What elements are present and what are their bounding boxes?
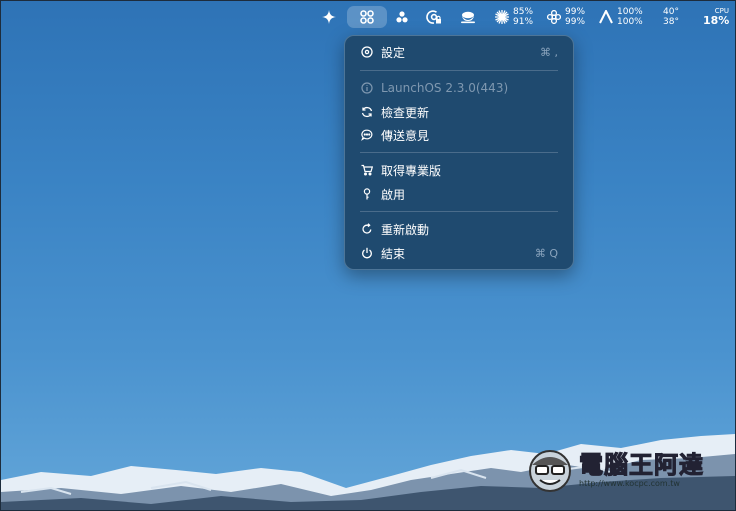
vpn-lock-icon[interactable]: [423, 1, 445, 33]
info-icon: [360, 81, 374, 95]
power-icon: [360, 246, 374, 260]
menu-item-restart[interactable]: 重新啟動: [360, 219, 558, 239]
gear-icon: [360, 45, 374, 59]
stat-bottom: 99%: [565, 17, 586, 27]
restart-icon: [360, 222, 374, 236]
menu-item-label: LaunchOS 2.3.0(443): [381, 81, 509, 95]
battery-stat[interactable]: 100% 100%: [599, 7, 643, 27]
menu-separator: [360, 152, 558, 153]
coffee-cup-icon[interactable]: [457, 1, 479, 33]
temperature-stat[interactable]: 40° 38°: [663, 7, 679, 27]
menu-item-label: 檢查更新: [381, 105, 430, 120]
menu-item-label: 結束: [381, 246, 406, 261]
sun-icon: [495, 10, 509, 24]
chat-bubble-icon: [360, 128, 374, 142]
stat-bottom: 91%: [513, 17, 534, 27]
temp-bottom: 38°: [663, 17, 679, 27]
menu-separator: [360, 70, 558, 71]
shortcut-label: ⌘ Q: [534, 246, 558, 260]
memory-usage-stat[interactable]: 99% 99%: [547, 7, 585, 27]
shortcut-label: ⌘ ,: [540, 45, 558, 59]
temp-top: 40°: [663, 7, 679, 17]
launchos-menu-icon[interactable]: [347, 6, 387, 28]
cluster-icon[interactable]: [393, 1, 411, 33]
stat-top: 100%: [617, 7, 643, 17]
sparkle-icon[interactable]: [319, 1, 339, 33]
cpu-stat[interactable]: CPU 18%: [703, 7, 729, 27]
cpu-value: 18%: [703, 14, 730, 27]
cpu-usage-stat[interactable]: 85% 91%: [495, 7, 533, 27]
launchos-dropdown-menu: 設定 ⌘ , LaunchOS 2.3.0(443) 檢查更新 傳送意見 取得專…: [344, 35, 574, 270]
menu-item-label: 取得專業版: [381, 163, 442, 178]
desktop: 85% 91% 99% 99% 100% 100% 40° 38° CPU 18% 設…: [0, 0, 736, 511]
stat-top: 99%: [565, 7, 586, 17]
stat-top: 85%: [513, 7, 534, 17]
key-icon: [360, 187, 374, 201]
cart-icon: [360, 163, 374, 177]
menu-item-label: 設定: [381, 45, 406, 60]
watermark: 電腦王阿達 http://www.kocpc.com.tw: [527, 447, 704, 493]
menu-item-label: 重新啟動: [381, 222, 430, 237]
menu-separator: [360, 211, 558, 212]
menu-item-label: 傳送意見: [381, 128, 430, 143]
refresh-icon: [360, 105, 374, 119]
menu-item-label: 啟用: [381, 187, 406, 202]
caret-icon: [599, 10, 613, 24]
menu-item-get-pro[interactable]: 取得專業版: [360, 160, 558, 180]
menu-item-version: LaunchOS 2.3.0(443): [360, 78, 558, 98]
stat-bottom: 100%: [617, 17, 643, 27]
watermark-url: http://www.kocpc.com.tw: [579, 479, 680, 488]
menu-item-check-updates[interactable]: 檢查更新: [360, 102, 558, 122]
menu-bar: 85% 91% 99% 99% 100% 100% 40° 38° CPU 18%: [1, 1, 735, 33]
menu-item-quit[interactable]: 結束 ⌘ Q: [360, 243, 558, 263]
menu-item-settings[interactable]: 設定 ⌘ ,: [360, 42, 558, 62]
watermark-brand: 電腦王阿達: [579, 451, 704, 480]
menu-item-activate[interactable]: 啟用: [360, 184, 558, 204]
flower-icon: [547, 10, 561, 24]
menu-item-send-feedback[interactable]: 傳送意見: [360, 125, 558, 145]
mascot-logo: [529, 450, 571, 492]
